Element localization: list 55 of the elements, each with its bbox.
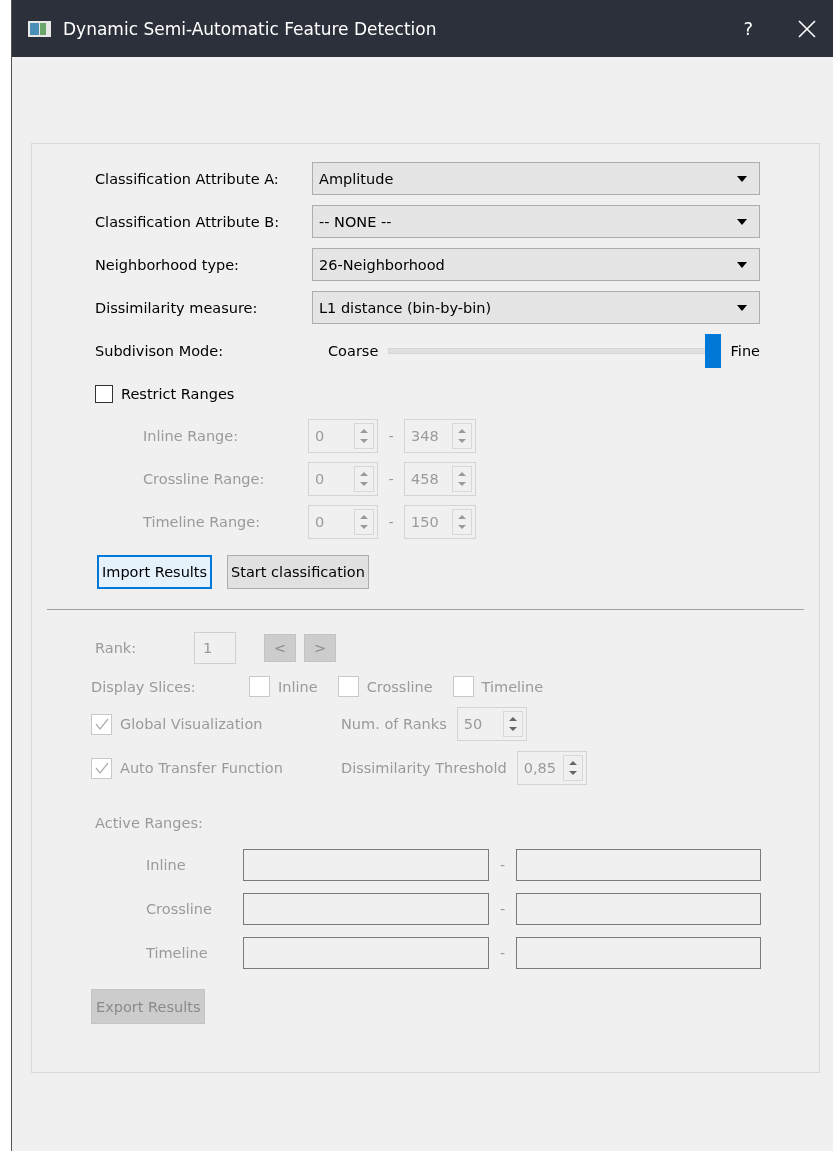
dropdown-arrow-icon xyxy=(737,304,747,311)
dropdown[interactable]: L1 distance (bin-by-bin) xyxy=(312,291,760,324)
push-button[interactable]: Import Results xyxy=(97,555,213,589)
range-separator: - xyxy=(387,471,395,487)
range-label: Inline Range: xyxy=(143,428,240,444)
dropdown-arrow-icon xyxy=(737,261,747,268)
spin-arrows-icon xyxy=(502,711,523,737)
slider-track[interactable] xyxy=(388,333,721,368)
checkbox-label: Restrict Ranges xyxy=(121,386,235,402)
setting-label: Classification Attribute A: xyxy=(95,170,280,187)
range-label: Crossline Range: xyxy=(143,471,266,487)
range-label: Timeline xyxy=(146,945,209,961)
slider-handle[interactable] xyxy=(704,333,721,368)
range-separator: - xyxy=(387,428,395,444)
slider-max-label: Fine xyxy=(730,342,760,359)
spin-arrows-icon xyxy=(354,466,374,492)
checkbox-label: Inline xyxy=(278,678,318,695)
dropdown-arrow-icon xyxy=(737,218,747,225)
help-button[interactable]: ? xyxy=(743,18,753,39)
setting-label: Dissimilarity measure: xyxy=(95,299,259,316)
spin-arrows-icon xyxy=(452,423,472,449)
range-label: Crossline xyxy=(146,901,213,917)
checkbox-label: Crossline xyxy=(366,678,433,695)
setting-label: Classification Attribute B: xyxy=(95,213,281,230)
range-separator: - xyxy=(498,857,507,873)
range-label: Timeline Range: xyxy=(143,514,262,530)
range-separator: - xyxy=(387,514,395,530)
setting-label: Neighborhood type: xyxy=(95,256,240,273)
spin-arrows-icon xyxy=(354,509,374,535)
window-title: Dynamic Semi-Automatic Feature Detection xyxy=(63,18,438,39)
range-label: Inline xyxy=(146,857,187,873)
spin-arrows-icon xyxy=(452,466,472,492)
spin-arrows-icon xyxy=(452,509,472,535)
dropdown-arrow-icon xyxy=(737,175,747,182)
range-separator: - xyxy=(498,901,507,917)
range-separator: - xyxy=(498,945,507,961)
checkbox-label: Auto Transfer Function xyxy=(120,760,283,776)
rank-label: Rank: xyxy=(94,640,138,656)
push-button[interactable]: Start classification xyxy=(227,555,369,589)
close-button[interactable] xyxy=(797,18,817,39)
setting-label: Subdivison Mode: xyxy=(95,342,225,359)
dropdown[interactable]: 26-Neighborhood xyxy=(312,248,760,281)
spin-arrows-icon xyxy=(562,755,583,781)
display-slices-label: Display Slices: xyxy=(91,678,197,695)
slider-min-label: Coarse xyxy=(328,342,379,359)
active-ranges-label: Active Ranges: xyxy=(94,815,204,831)
dropdown[interactable]: Amplitude xyxy=(312,162,760,195)
spin-arrows-icon xyxy=(354,423,374,449)
checkbox-label: Timeline xyxy=(481,678,544,695)
spin-label: Dissimilarity Threshold xyxy=(341,760,507,776)
spin-label: Num. of Ranks xyxy=(341,716,447,732)
dropdown[interactable]: -- NONE -- xyxy=(312,205,760,238)
checkbox-label: Global Visualization xyxy=(120,716,263,732)
checkbox[interactable] xyxy=(95,385,113,403)
app-icon xyxy=(28,20,51,37)
